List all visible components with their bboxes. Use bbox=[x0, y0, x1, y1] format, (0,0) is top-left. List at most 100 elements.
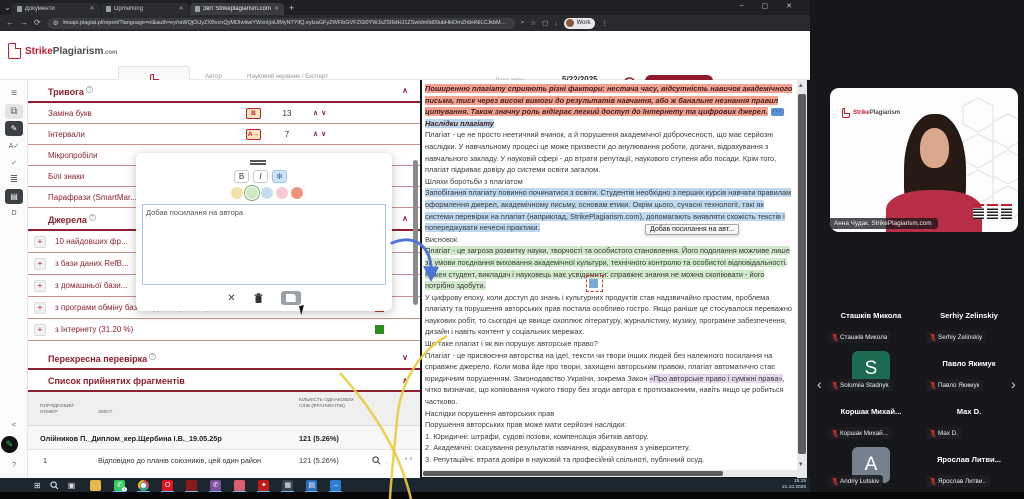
save-page-icon[interactable]: ▢ bbox=[542, 19, 548, 27]
selection-marker[interactable] bbox=[586, 275, 603, 292]
highlight-color-swatch[interactable] bbox=[246, 187, 258, 199]
taskbar-app-icon[interactable]: ▦ bbox=[282, 480, 293, 491]
menu-icon[interactable]: ≡ bbox=[5, 86, 23, 101]
pages-icon[interactable]: ⧉ bbox=[5, 104, 23, 119]
text-check-icon[interactable]: A✓ bbox=[5, 138, 23, 153]
popup-delete-icon[interactable] bbox=[254, 293, 263, 304]
popup-drag-handle[interactable] bbox=[250, 160, 266, 162]
window-maximize-button[interactable]: ▢ bbox=[762, 2, 769, 10]
new-tab-button[interactable]: + bbox=[289, 3, 294, 13]
magnifier-icon[interactable] bbox=[372, 456, 381, 465]
highlight-color-swatch[interactable] bbox=[276, 187, 288, 199]
check-circle-icon[interactable]: ✓ bbox=[5, 155, 23, 170]
fragments-document-row[interactable]: Олійников П._Диплом_кер.Щербина І.В._19.… bbox=[28, 426, 420, 450]
draw-pen-icon[interactable]: ✎ bbox=[1, 436, 18, 453]
popup-save-button[interactable] bbox=[281, 291, 301, 305]
browser-profile-chip[interactable]: Work bbox=[564, 18, 596, 29]
fragments-section-header[interactable]: Список прийнятих фрагментів ∧ bbox=[28, 370, 420, 392]
window-close-button[interactable]: ✕ bbox=[786, 2, 792, 10]
prev-next-icons[interactable]: ∧∨ bbox=[313, 109, 329, 117]
task-view-icon[interactable]: ▣ bbox=[68, 481, 76, 490]
main-video-tile[interactable]: StrikePlagiarism Анна Чудак. StrikePlagi… bbox=[830, 88, 1018, 232]
tab-search-icon[interactable]: ⌄ bbox=[4, 4, 11, 12]
taskbar-app-icon[interactable]: O bbox=[162, 480, 173, 491]
fragment-row[interactable]: 1 Відповідно до планів союзників, цей од… bbox=[28, 450, 420, 470]
scroll-up-icon[interactable]: ▴ bbox=[799, 81, 803, 89]
taskbar-app-icon[interactable]: ✆ 1 bbox=[114, 480, 125, 491]
help-circle-icon[interactable]: ? bbox=[149, 353, 156, 360]
help-circle-icon[interactable]: ? bbox=[89, 214, 96, 221]
popup-close-icon[interactable]: ✕ bbox=[227, 293, 235, 304]
taskbar-clock[interactable]: 15:15 21.10.2025 bbox=[782, 479, 806, 491]
comment-indicator-icon[interactable]: ··· bbox=[771, 108, 784, 116]
participant-tile[interactable]: Коршак Михай... Коршак Михай... bbox=[822, 394, 920, 442]
alert-row[interactable]: Інтервали A→ 7 ∧∨ bbox=[28, 124, 420, 145]
taskbar-app-icon[interactable]: ✆ bbox=[210, 480, 221, 491]
browser-tab[interactable]: Документи ✕ bbox=[12, 3, 100, 15]
bold-button[interactable]: B bbox=[234, 170, 249, 183]
prev-next-icons[interactable]: ∧∨ bbox=[313, 130, 329, 138]
participant-tile[interactable]: Павло Якимук Павло Якимук bbox=[920, 346, 1018, 394]
scroll-down-icon[interactable]: ▾ bbox=[799, 460, 803, 468]
taskbar-app-icon[interactable]: ▤ bbox=[306, 480, 317, 491]
note-edit-icon[interactable]: ✎ bbox=[5, 121, 23, 136]
reload-icon[interactable]: ⟳ bbox=[34, 19, 41, 27]
taskbar-app-icon[interactable] bbox=[90, 480, 101, 491]
browser-tab[interactable]: Звіт Strikeplagiarism.com ✕ bbox=[190, 3, 284, 15]
expand-plus-icon[interactable]: + bbox=[34, 280, 46, 292]
chat-icon[interactable]: ▤ bbox=[5, 189, 23, 204]
browser-tab[interactable]: Opmerking ✕ bbox=[101, 3, 189, 15]
expand-icon[interactable]: ∨ bbox=[402, 353, 408, 362]
back-icon[interactable]: ← bbox=[6, 19, 14, 27]
panel-scrollbar[interactable] bbox=[413, 160, 418, 305]
bookmark-star-icon[interactable]: ☆ bbox=[530, 19, 536, 27]
share-icon[interactable]: < bbox=[5, 418, 23, 433]
tab-close-icon[interactable]: ✕ bbox=[274, 5, 279, 12]
highlight-button[interactable]: ✻ bbox=[272, 170, 287, 183]
highlight-color-swatch[interactable] bbox=[291, 187, 303, 199]
collapse-icon[interactable]: ∧ bbox=[402, 214, 408, 223]
strikeplagiarism-logo[interactable]: StrikePlagiarism.com bbox=[8, 43, 117, 59]
expand-plus-icon[interactable]: + bbox=[34, 258, 46, 270]
tab-close-icon[interactable]: ✕ bbox=[179, 5, 184, 12]
site-info-icon[interactable]: ⚙ bbox=[53, 19, 59, 27]
browser-menu-icon[interactable]: ⋮ bbox=[601, 19, 608, 27]
taskbar-app-icon[interactable] bbox=[234, 480, 245, 491]
taskbar-app-icon[interactable]: – bbox=[330, 480, 341, 491]
participant-tile[interactable]: A Andriy Lutskiv bbox=[822, 442, 920, 490]
document-text-panel[interactable]: Поширенню плагіату сприяють різні фактор… bbox=[422, 80, 797, 470]
participant-tile[interactable]: Serhiy Zelinskiy Serhiy Zelinskiy bbox=[920, 298, 1018, 346]
expand-plus-icon[interactable]: + bbox=[34, 302, 46, 314]
taskbar-app-icon[interactable] bbox=[186, 480, 197, 491]
horizontal-scrollbar-thumb[interactable] bbox=[423, 471, 723, 476]
taskbar-search-icon[interactable] bbox=[50, 481, 59, 490]
expand-plus-icon[interactable]: + bbox=[34, 236, 46, 248]
tab-close-icon[interactable]: ✕ bbox=[90, 5, 95, 12]
download-icon[interactable]: ↓ bbox=[554, 20, 557, 27]
participant-tile[interactable]: Ярослав Литви... Ярослав Литви.. bbox=[920, 442, 1018, 490]
tag-icon[interactable]: D bbox=[5, 206, 23, 221]
participants-next-icon[interactable]: › bbox=[1011, 376, 1016, 392]
start-button[interactable]: ⊞ bbox=[34, 481, 41, 490]
alert-row[interactable]: Заміна букв В 13 ∧∨ bbox=[28, 103, 420, 124]
taskbar-app-icon[interactable]: ✦ bbox=[258, 480, 269, 491]
expand-plus-icon[interactable]: + bbox=[34, 324, 46, 336]
source-row[interactable]: + з Інтернету (31.20 %) bbox=[28, 319, 420, 341]
participant-tile[interactable]: Сташків Микола Сташків Микола bbox=[822, 298, 920, 346]
crosscheck-section-header[interactable]: Перехресна перевірка? ∨ bbox=[28, 347, 420, 370]
forward-icon[interactable]: → bbox=[20, 19, 28, 27]
collapse-icon[interactable]: ∧ bbox=[402, 86, 408, 95]
collapse-icon[interactable]: ∧ bbox=[402, 376, 408, 385]
help-circle-icon[interactable]: ? bbox=[86, 86, 93, 93]
participant-tile[interactable]: Max D. Max D. bbox=[920, 394, 1018, 442]
participants-prev-icon[interactable]: ‹ bbox=[817, 376, 822, 392]
help-icon[interactable]: ? bbox=[5, 458, 23, 473]
list-icon[interactable]: ≣ bbox=[5, 172, 23, 187]
italic-button[interactable]: I bbox=[253, 170, 268, 183]
alerts-section-header[interactable]: Тривога? ∧ bbox=[28, 80, 420, 103]
taskbar-app-icon[interactable] bbox=[138, 480, 149, 491]
window-minimize-button[interactable]: – bbox=[740, 2, 744, 10]
row-nav-icons[interactable]: ∧ ∨ bbox=[404, 456, 413, 462]
search-icon[interactable]: ⌕ bbox=[521, 19, 525, 27]
url-bar[interactable]: ⚙ lmsapi.plagiat.pl/report/?language=nl&… bbox=[47, 18, 515, 29]
